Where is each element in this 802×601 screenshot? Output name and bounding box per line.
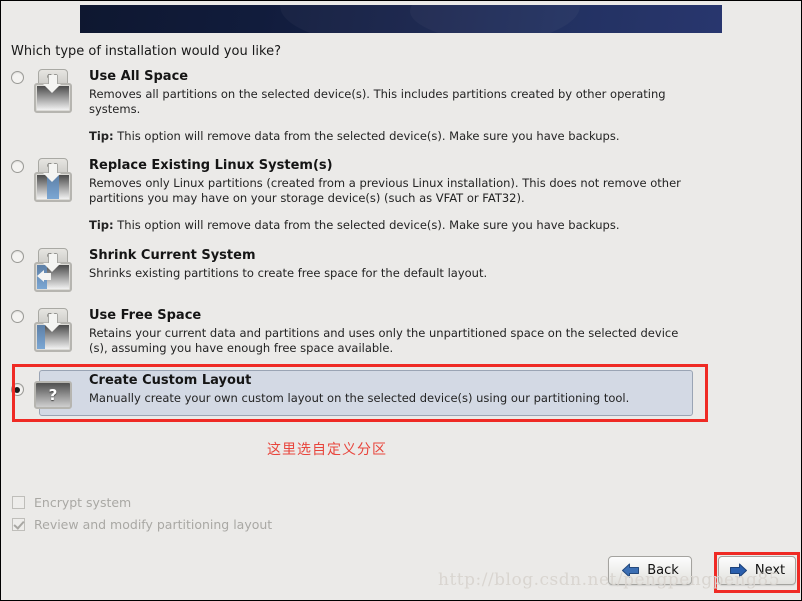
option-description: Removes all partitions on the selected d… <box>89 87 666 116</box>
radio-wrap-use-free-space[interactable] <box>1 308 33 323</box>
banner-swoosh-decoration-2 <box>410 5 722 33</box>
option-text-use-all-space: Use All Space Removes all partitions on … <box>73 69 701 144</box>
option-text-shrink-current-system: Shrink Current System Shrinks existing p… <box>73 248 701 281</box>
installer-window: Which type of installation would you lik… <box>1 1 801 600</box>
radio-wrap-create-custom-layout[interactable] <box>1 373 33 396</box>
option-tip: Tip: This option will remove data from t… <box>89 129 701 144</box>
page-title: Which type of installation would you lik… <box>11 44 281 59</box>
option-text-use-free-space: Use Free Space Retains your current data… <box>73 308 701 356</box>
checkbox-review-modify-partitioning[interactable] <box>12 518 25 531</box>
checkbox-row-review-modify-partitioning[interactable]: Review and modify partitioning layout <box>12 517 272 532</box>
option-tip-label: Tip: <box>89 129 114 143</box>
disk-question-mark-icon: ? <box>33 373 73 419</box>
radio-use-free-space[interactable] <box>10 310 24 323</box>
option-row-replace-existing-linux[interactable]: OS Replace Existing Linux System(s) Remo… <box>1 158 701 233</box>
radio-replace-existing-linux[interactable] <box>10 160 24 173</box>
option-tip: Tip: This option will remove data from t… <box>89 218 701 233</box>
disk-shrink-icon: OS <box>33 248 73 294</box>
radio-create-custom-layout[interactable] <box>10 383 24 396</box>
annotation-text: 这里选自定义分区 <box>267 442 387 458</box>
header-banner <box>80 5 722 33</box>
option-tip-label: Tip: <box>89 218 114 232</box>
option-description: Manually create your own custom layout o… <box>89 391 630 405</box>
option-title: Use Free Space <box>89 308 202 323</box>
option-title: Use All Space <box>89 69 189 84</box>
disk-all-space-icon: OS <box>33 69 73 115</box>
radio-wrap-shrink-current-system[interactable] <box>1 248 33 263</box>
option-description: Retains your current data and partitions… <box>89 326 679 355</box>
option-text-replace-existing-linux: Replace Existing Linux System(s) Removes… <box>73 158 701 233</box>
option-row-create-custom-layout[interactable]: ? Create Custom Layout Manually create y… <box>1 373 701 419</box>
disk-free-space-icon: OS <box>33 308 73 354</box>
option-title: Create Custom Layout <box>89 373 252 388</box>
option-title: Replace Existing Linux System(s) <box>89 158 333 173</box>
radio-wrap-use-all-space[interactable] <box>1 69 33 84</box>
option-description: Removes only Linux partitions (created f… <box>89 176 681 205</box>
checkbox-encrypt-system[interactable] <box>12 496 25 509</box>
checkbox-label-review-modify-partitioning: Review and modify partitioning layout <box>34 517 273 532</box>
radio-wrap-replace-existing-linux[interactable] <box>1 158 33 173</box>
option-text-create-custom-layout: Create Custom Layout Manually create you… <box>73 373 701 406</box>
checkbox-row-encrypt-system[interactable]: Encrypt system <box>12 495 131 510</box>
option-title: Shrink Current System <box>89 248 256 263</box>
option-tip-text: This option will remove data from the se… <box>117 129 620 143</box>
option-row-use-free-space[interactable]: OS Use Free Space Retains your current d… <box>1 308 701 356</box>
option-tip-text: This option will remove data from the se… <box>117 218 620 232</box>
option-row-use-all-space[interactable]: OS Use All Space Removes all partitions … <box>1 69 701 144</box>
disk-replace-linux-icon: OS <box>33 158 73 204</box>
question-mark-label: ? <box>34 381 72 409</box>
checkbox-label-encrypt-system: Encrypt system <box>34 495 132 510</box>
radio-use-all-space[interactable] <box>10 71 24 84</box>
watermark-text: http://blog.csdn.net/pengpengpeng85 <box>438 570 781 590</box>
option-description: Shrinks existing partitions to create fr… <box>89 266 488 280</box>
radio-shrink-current-system[interactable] <box>10 250 24 263</box>
option-row-shrink-current-system[interactable]: OS Shrink Current System Shrinks existin… <box>1 248 701 294</box>
